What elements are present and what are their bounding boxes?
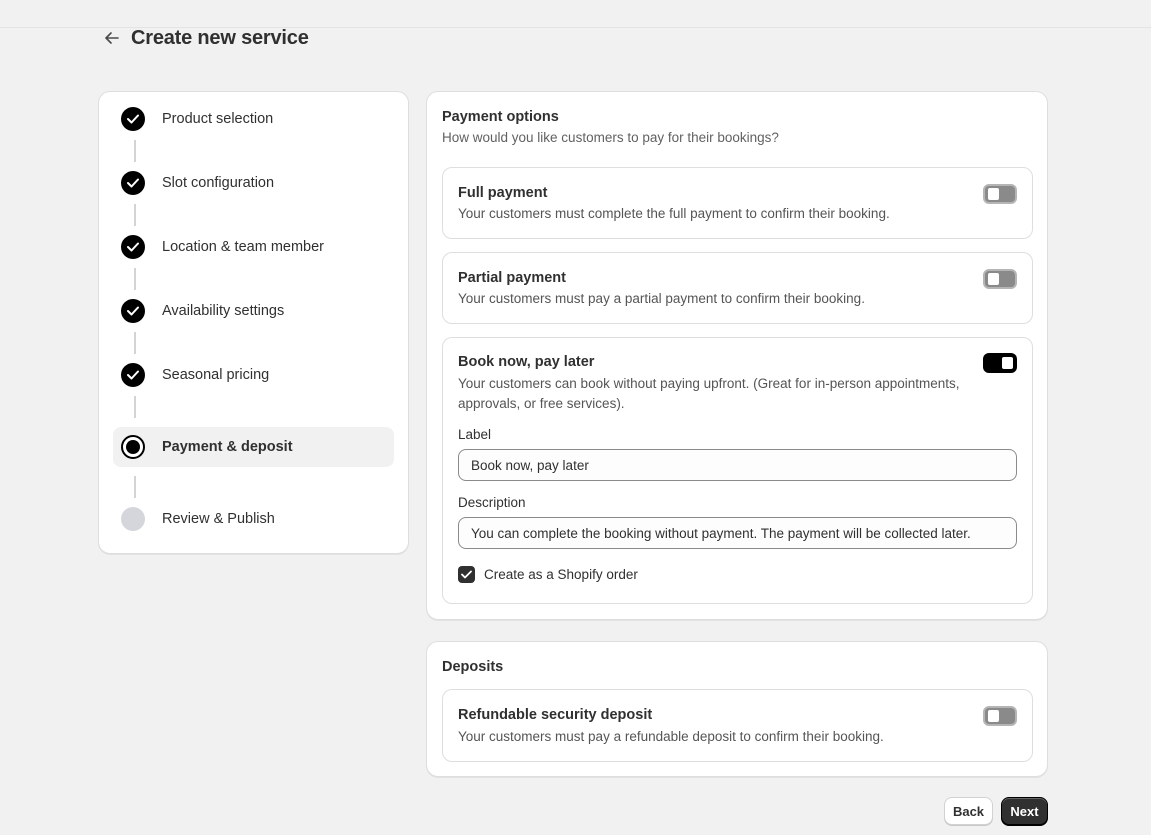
security-deposit-toggle[interactable]: [983, 706, 1017, 726]
step-connector: [134, 396, 136, 418]
full-payment-option: Full payment Your customers must complet…: [442, 167, 1033, 239]
step-payment-deposit[interactable]: Payment & deposit: [113, 427, 394, 467]
page-title: Create new service: [131, 26, 309, 49]
description-field-label: Description: [458, 495, 526, 510]
option-description: Your customers must complete the full pa…: [458, 206, 890, 221]
label-input[interactable]: [458, 449, 1017, 481]
security-deposit-option: Refundable security deposit Your custome…: [442, 689, 1033, 762]
back-button[interactable]: Back: [944, 797, 993, 825]
checkbox-checked-icon[interactable]: [458, 566, 475, 583]
step-seasonal-pricing[interactable]: Seasonal pricing: [113, 355, 394, 395]
checkmark-icon: [121, 299, 145, 323]
option-title: Partial payment: [458, 270, 566, 286]
step-label: Product selection: [162, 111, 274, 127]
step-connector: [134, 476, 136, 498]
step-connector: [134, 204, 136, 226]
step-label: Seasonal pricing: [162, 367, 270, 383]
card-title: Payment options: [442, 109, 559, 125]
step-label: Slot configuration: [162, 175, 275, 191]
partial-payment-option: Partial payment Your customers must pay …: [442, 252, 1033, 324]
stepper-card: Product selection Slot configuration Loc…: [98, 91, 409, 554]
pay-later-toggle[interactable]: [983, 353, 1017, 373]
option-title: Book now, pay later: [458, 354, 595, 370]
option-description: Your customers must pay a partial paymen…: [458, 291, 865, 306]
option-description: Your customers can book without paying u…: [458, 376, 960, 411]
card-subtitle: How would you like customers to pay for …: [442, 130, 779, 145]
step-connector: [134, 268, 136, 290]
next-button[interactable]: Next: [1001, 797, 1048, 825]
option-description: Your customers must pay a refundable dep…: [458, 729, 884, 744]
card-title: Deposits: [442, 659, 504, 675]
step-label: Review & Publish: [162, 511, 275, 527]
option-title: Full payment: [458, 185, 548, 201]
checkmark-icon: [121, 363, 145, 387]
description-input[interactable]: [458, 517, 1017, 549]
pending-step-icon: [121, 507, 145, 531]
step-label: Payment & deposit: [162, 439, 293, 455]
step-location-team[interactable]: Location & team member: [113, 227, 394, 267]
step-review-publish[interactable]: Review & Publish: [113, 499, 394, 539]
checkmark-icon: [121, 235, 145, 259]
step-connector: [134, 140, 136, 162]
step-label: Location & team member: [162, 239, 324, 255]
step-product-selection[interactable]: Product selection: [113, 99, 394, 139]
current-step-icon: [121, 435, 145, 459]
shopify-order-checkbox[interactable]: Create as a Shopify order: [458, 566, 638, 583]
arrow-left-icon[interactable]: [103, 29, 121, 47]
pay-later-option: Book now, pay later Your customers can b…: [442, 337, 1033, 604]
full-payment-toggle[interactable]: [983, 184, 1017, 204]
step-slot-configuration[interactable]: Slot configuration: [113, 163, 394, 203]
checkmark-icon: [121, 171, 145, 195]
payment-options-card: Payment options How would you like custo…: [426, 91, 1048, 620]
step-label: Availability settings: [162, 303, 285, 319]
checkbox-label: Create as a Shopify order: [484, 567, 638, 582]
step-availability-settings[interactable]: Availability settings: [113, 291, 394, 331]
page-header: Create new service: [103, 24, 309, 52]
checkmark-icon: [121, 107, 145, 131]
deposits-card: Deposits Refundable security deposit You…: [426, 641, 1048, 777]
partial-payment-toggle[interactable]: [983, 269, 1017, 289]
label-field-label: Label: [458, 427, 492, 442]
option-title: Refundable security deposit: [458, 707, 653, 723]
step-connector: [134, 332, 136, 354]
